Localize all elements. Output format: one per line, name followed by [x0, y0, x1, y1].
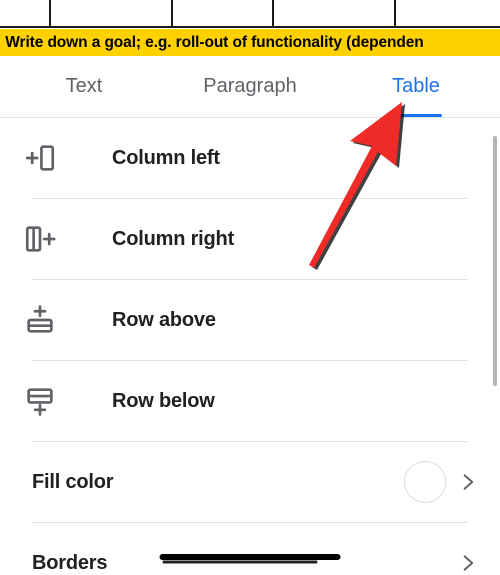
- menu-item-column-left[interactable]: Column left: [0, 118, 500, 198]
- menu-scrollbar[interactable]: [493, 136, 497, 386]
- document-strip: · Write down a goal; e.g. roll-out of fu…: [0, 0, 500, 56]
- tab-text[interactable]: Text: [20, 56, 148, 117]
- menu-item-label: Row above: [112, 308, 216, 331]
- highlighted-text-row[interactable]: · Write down a goal; e.g. roll-out of fu…: [0, 29, 500, 56]
- menu-item-label: Column right: [112, 227, 235, 250]
- highlighted-goal-text: · Write down a goal; e.g. roll-out of fu…: [0, 33, 424, 51]
- tab-text-label: Text: [65, 75, 103, 97]
- table-cell-divider: [394, 0, 396, 28]
- menu-item-row-below[interactable]: Row below: [0, 361, 500, 441]
- table-options-menu: Column left Column right Row above Row b…: [0, 118, 500, 575]
- menu-item-label: Fill color: [32, 470, 114, 493]
- menu-item-borders[interactable]: Borders: [0, 523, 500, 575]
- active-tab-indicator: [390, 114, 442, 117]
- insert-row-above-icon: [0, 303, 80, 337]
- menu-item-label: Column left: [112, 146, 220, 169]
- color-swatch-icon[interactable]: [404, 461, 446, 503]
- format-tab-bar: Text Paragraph Table: [0, 56, 500, 118]
- menu-item-label: Row below: [112, 389, 215, 412]
- menu-item-label: Borders: [32, 551, 108, 574]
- tab-paragraph-label: Paragraph: [203, 75, 297, 97]
- tab-table[interactable]: Table: [352, 56, 480, 117]
- insert-column-right-icon: [0, 222, 80, 256]
- home-indicator: [159, 554, 341, 560]
- insert-column-left-icon: [0, 141, 80, 175]
- menu-item-fill-color[interactable]: Fill color: [0, 442, 500, 522]
- fill-color-controls: [404, 442, 478, 522]
- table-cell-divider: [171, 0, 173, 28]
- insert-row-below-icon: [0, 384, 80, 418]
- menu-item-column-right[interactable]: Column right: [0, 199, 500, 279]
- chevron-right-icon: [463, 555, 474, 571]
- tab-paragraph[interactable]: Paragraph: [168, 56, 332, 117]
- menu-item-row-above[interactable]: Row above: [0, 280, 500, 360]
- borders-controls: [458, 523, 478, 575]
- chevron-right-icon: [463, 474, 474, 490]
- tab-table-label: Table: [392, 75, 440, 97]
- table-cell-divider: [272, 0, 274, 28]
- table-cell-divider: [49, 0, 51, 28]
- document-table-row[interactable]: [0, 0, 500, 28]
